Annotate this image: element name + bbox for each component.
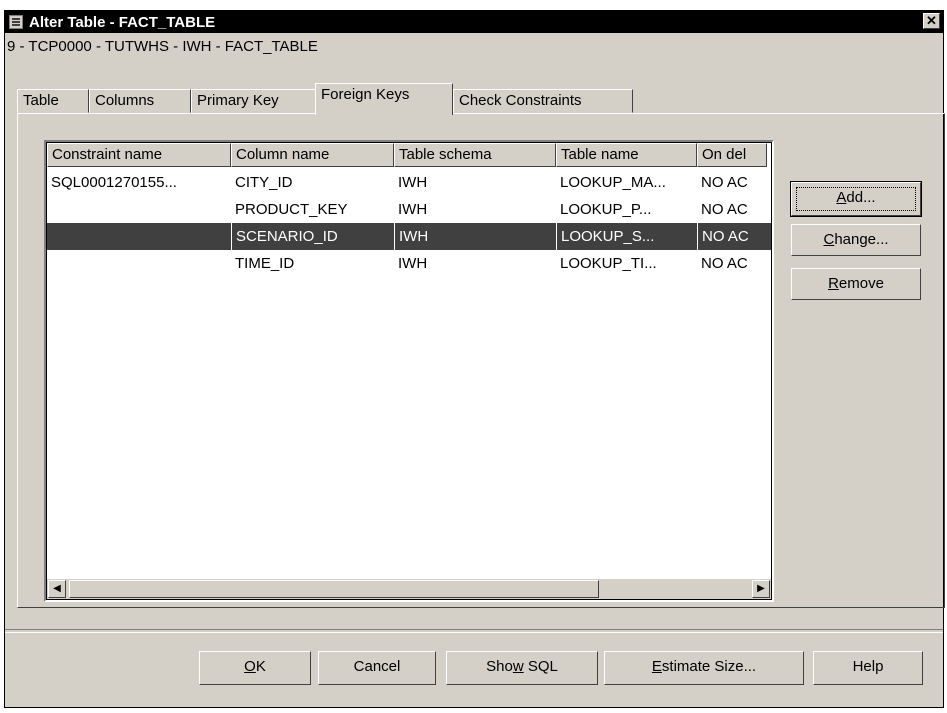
help-button[interactable]: Help bbox=[813, 651, 923, 685]
foreign-keys-panel: Constraint name Column name Table schema… bbox=[17, 113, 945, 608]
tab-primary-key[interactable]: Primary Key bbox=[191, 89, 317, 113]
tab-check-constraints[interactable]: Check Constraints bbox=[453, 89, 633, 113]
scroll-left-icon[interactable]: ◀ bbox=[48, 580, 66, 598]
table-row[interactable]: SQL0001270155... CITY_ID IWH LOOKUP_MA..… bbox=[47, 169, 771, 196]
column-header-table-schema[interactable]: Table schema bbox=[394, 143, 556, 167]
cell-on-delete: NO AC bbox=[701, 174, 748, 191]
cell-column-name: TIME_ID bbox=[235, 255, 295, 272]
tab-columns[interactable]: Columns bbox=[89, 89, 191, 113]
estimate-size-button[interactable]: Estimate Size... bbox=[604, 651, 804, 685]
column-header-column-name[interactable]: Column name bbox=[231, 143, 394, 167]
cell-column-name: PRODUCT_KEY bbox=[235, 201, 348, 218]
cell-column-name: SCENARIO_ID bbox=[231, 223, 394, 250]
ok-button[interactable]: OK bbox=[199, 651, 311, 685]
scroll-right-icon[interactable]: ▶ bbox=[752, 580, 770, 598]
scrollbar-thumb[interactable] bbox=[69, 580, 599, 598]
tab-table[interactable]: Table bbox=[17, 89, 89, 113]
cell-table-name: LOOKUP_S... bbox=[556, 223, 697, 250]
cell-table-schema: IWH bbox=[394, 223, 556, 250]
column-header-on-delete[interactable]: On del bbox=[697, 143, 767, 167]
change-button[interactable]: Change... bbox=[791, 224, 921, 256]
cell-constraint-name bbox=[47, 250, 231, 277]
cell-table-schema: IWH bbox=[398, 255, 428, 272]
add-button[interactable]: Add... bbox=[790, 181, 922, 217]
horizontal-scrollbar[interactable]: ◀ ▶ bbox=[47, 579, 771, 599]
title-bar[interactable]: Alter Table - FACT_TABLE ✕ bbox=[5, 11, 943, 33]
cell-table-name: LOOKUP_P... bbox=[560, 201, 652, 218]
show-sql-button[interactable]: Show SQL bbox=[446, 651, 598, 685]
column-header-table-name[interactable]: Table name bbox=[556, 143, 697, 167]
tab-foreign-keys[interactable]: Foreign Keys bbox=[315, 83, 453, 115]
divider bbox=[5, 629, 943, 633]
table-row-selected[interactable]: SCENARIO_ID IWH LOOKUP_S... NO AC bbox=[47, 223, 771, 250]
close-button[interactable]: ✕ bbox=[923, 13, 940, 29]
cell-constraint-name: SQL0001270155... bbox=[51, 174, 177, 191]
cell-table-schema: IWH bbox=[398, 201, 428, 218]
alter-table-dialog: Alter Table - FACT_TABLE ✕ 9 - TCP0000 -… bbox=[4, 10, 945, 708]
cancel-button[interactable]: Cancel bbox=[318, 651, 436, 685]
cell-on-delete: NO AC bbox=[701, 201, 748, 218]
object-path: 9 - TCP0000 - TUTWHS - IWH - FACT_TABLE bbox=[7, 38, 318, 55]
foreign-keys-list[interactable]: Constraint name Column name Table schema… bbox=[44, 140, 774, 602]
cell-on-delete: NO AC bbox=[697, 223, 767, 250]
cell-constraint-name bbox=[47, 223, 231, 250]
cell-on-delete: NO AC bbox=[701, 255, 748, 272]
remove-button[interactable]: Remove bbox=[791, 268, 921, 300]
table-row[interactable]: TIME_ID IWH LOOKUP_TI... NO AC bbox=[47, 250, 771, 277]
table-row[interactable]: PRODUCT_KEY IWH LOOKUP_P... NO AC bbox=[47, 196, 771, 223]
table-icon bbox=[9, 15, 23, 29]
cell-constraint-name bbox=[47, 196, 231, 223]
cell-table-schema: IWH bbox=[398, 174, 428, 191]
cell-table-name: LOOKUP_MA... bbox=[560, 174, 666, 191]
list-header: Constraint name Column name Table schema… bbox=[47, 143, 771, 167]
cell-column-name: CITY_ID bbox=[235, 174, 293, 191]
window-title: Alter Table - FACT_TABLE bbox=[29, 13, 216, 31]
column-header-constraint-name[interactable]: Constraint name bbox=[47, 143, 231, 167]
cell-table-name: LOOKUP_TI... bbox=[560, 255, 657, 272]
